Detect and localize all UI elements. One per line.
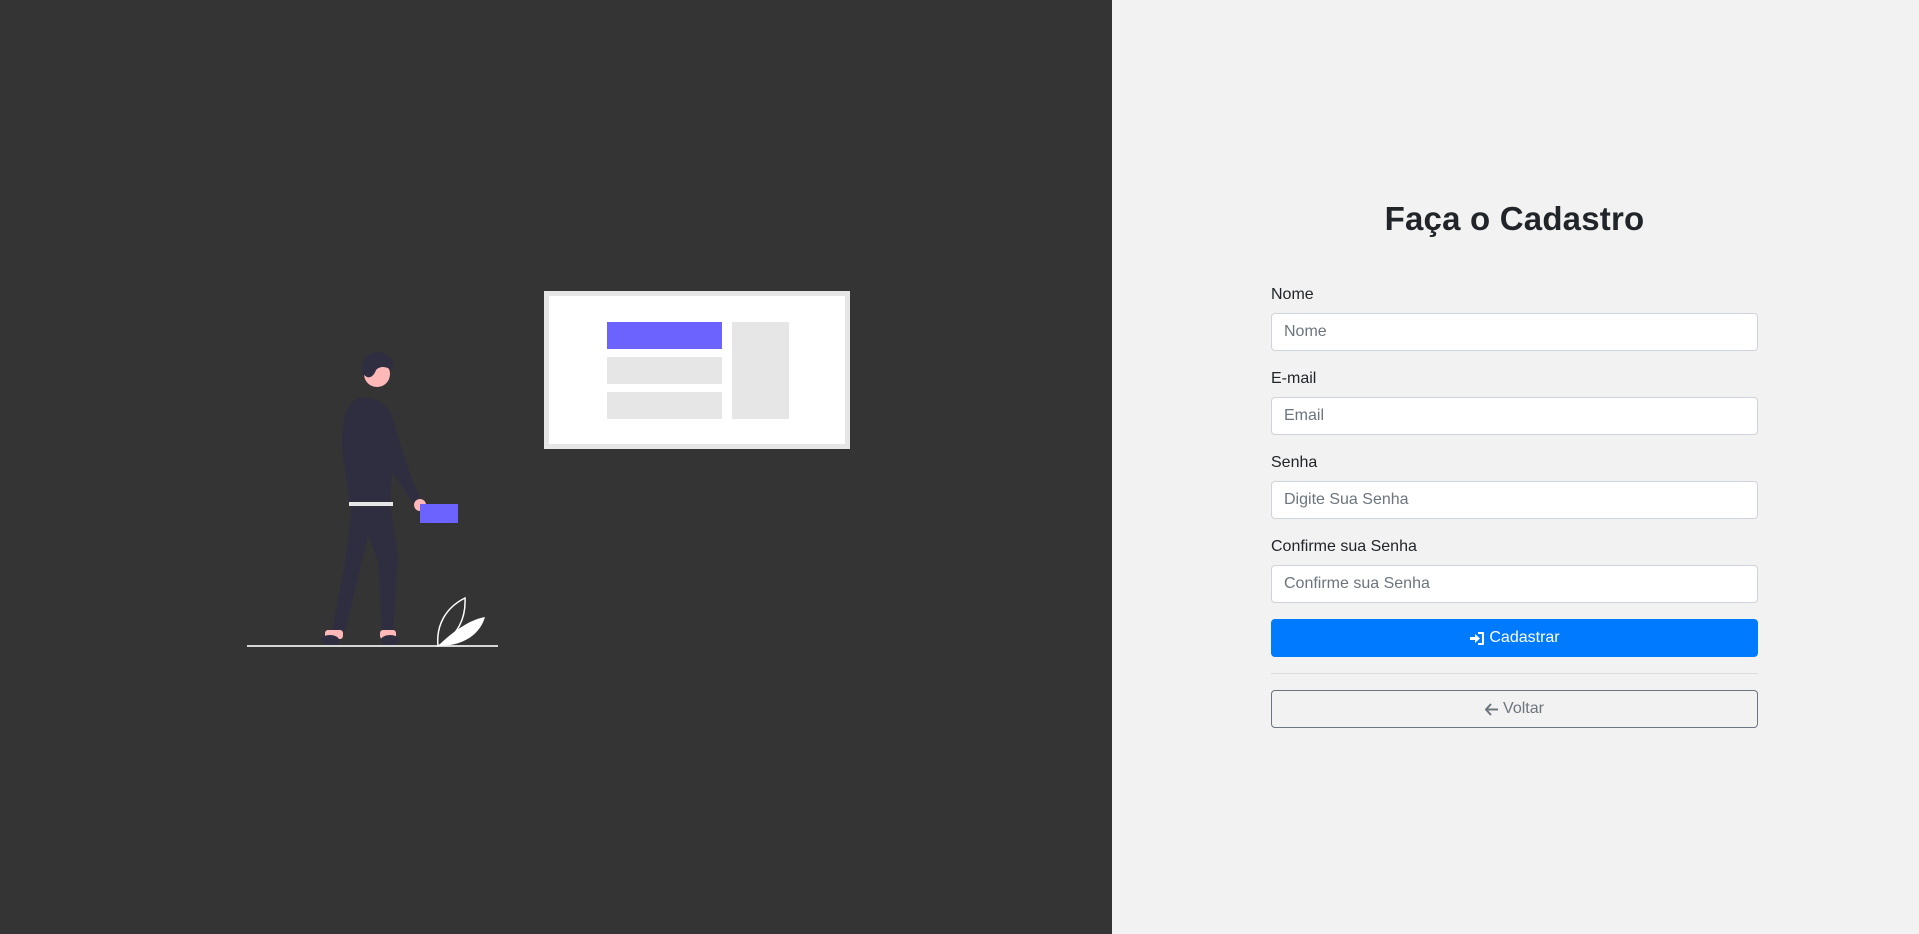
- register-button-label: Cadastrar: [1489, 629, 1560, 646]
- board-accent-bar: [607, 322, 722, 349]
- password-input[interactable]: [1271, 481, 1758, 519]
- sign-in-icon: [1469, 631, 1485, 646]
- signup-page: Faça o Cadastro Nome E-mail Senha Confir…: [0, 0, 1919, 934]
- name-field-group: Nome: [1271, 286, 1758, 351]
- register-button[interactable]: Cadastrar: [1271, 619, 1758, 657]
- board-bar: [607, 392, 722, 419]
- signup-form: Faça o Cadastro Nome E-mail Senha Confir…: [1271, 196, 1758, 728]
- board-bar: [607, 357, 722, 384]
- tablet: [420, 504, 458, 523]
- password-label: Senha: [1271, 454, 1318, 471]
- person-legs: [332, 506, 398, 631]
- illustration-panel: [0, 0, 1112, 934]
- back-button[interactable]: Voltar: [1271, 690, 1758, 728]
- board-side-panel: [732, 322, 789, 419]
- name-input[interactable]: [1271, 313, 1758, 351]
- name-label: Nome: [1271, 286, 1314, 303]
- arrow-left-icon: [1485, 702, 1499, 716]
- confirm-password-label: Confirme sua Senha: [1271, 538, 1417, 555]
- email-field-group: E-mail: [1271, 370, 1758, 435]
- back-button-label: Voltar: [1503, 700, 1544, 717]
- page-title: Faça o Cadastro: [1384, 200, 1645, 237]
- password-field-group: Senha: [1271, 454, 1758, 519]
- signup-panel: Faça o Cadastro Nome E-mail Senha Confir…: [1112, 0, 1919, 934]
- email-label: E-mail: [1271, 370, 1317, 387]
- person-torso: [342, 397, 422, 508]
- confirm-password-field-group: Confirme sua Senha: [1271, 538, 1758, 603]
- divider: [1271, 673, 1758, 674]
- email-input[interactable]: [1271, 397, 1758, 435]
- person-with-board-illustration: [247, 291, 850, 648]
- confirm-password-input[interactable]: [1271, 565, 1758, 603]
